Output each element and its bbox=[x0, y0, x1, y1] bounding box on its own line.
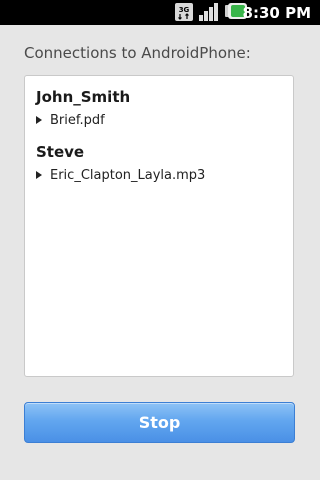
stop-button[interactable]: Stop bbox=[24, 402, 295, 443]
file-item[interactable]: Eric_Clapton_Layla.mp3 bbox=[36, 167, 205, 184]
connection-name: Steve bbox=[36, 143, 85, 161]
file-name: Brief.pdf bbox=[50, 113, 105, 128]
clock-time: 8:30 PM bbox=[242, 4, 311, 22]
status-bar: 3G 8:30 PM bbox=[0, 0, 320, 25]
file-item[interactable]: Brief.pdf bbox=[36, 112, 130, 129]
signal-strength-icon bbox=[198, 2, 220, 26]
expand-arrow-icon bbox=[36, 171, 42, 179]
connection-name: John_Smith bbox=[36, 88, 131, 106]
connections-heading: Connections to AndroidPhone: bbox=[24, 44, 251, 62]
connection-item-john-smith: John_Smith Brief.pdf bbox=[36, 88, 130, 129]
connection-item-steve: Steve Eric_Clapton_Layla.mp3 bbox=[36, 143, 205, 184]
network-3g-icon: 3G bbox=[174, 2, 194, 26]
connections-list: John_Smith Brief.pdf Steve Eric_Clapton_… bbox=[24, 75, 294, 377]
expand-arrow-icon bbox=[36, 116, 42, 124]
file-name: Eric_Clapton_Layla.mp3 bbox=[50, 168, 206, 183]
network-3g-label: 3G bbox=[179, 6, 190, 14]
